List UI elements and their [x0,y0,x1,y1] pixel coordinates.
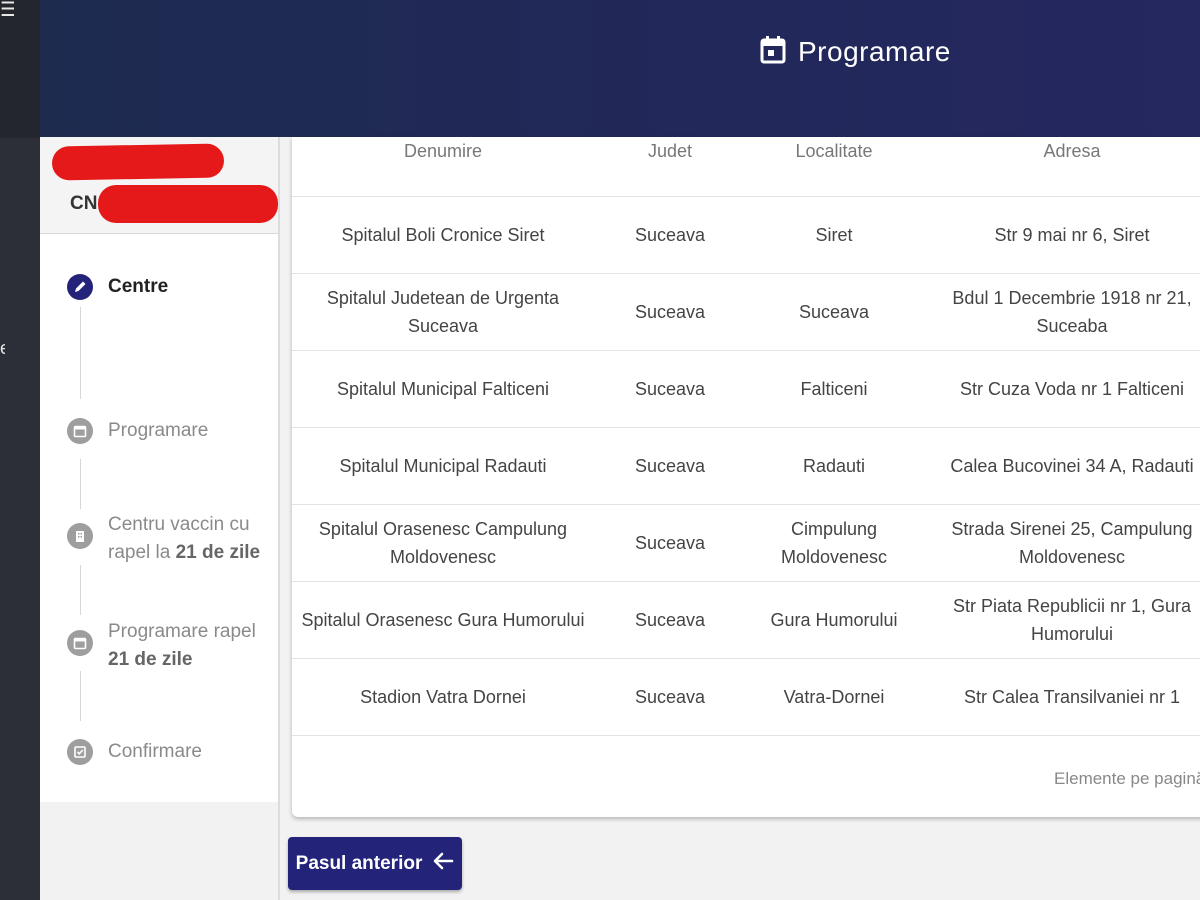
cell-adresa: Bdul 1 Decembrie 1918 nr 21, Suceaba [922,273,1200,351]
step-label-line1: Programare rapel [108,621,256,642]
cell-denumire: Spitalul Boli Cronice Siret [292,196,594,274]
page-title: Programare [760,30,951,74]
cell-judet: Suceava [594,350,746,428]
calendar-icon [67,630,93,656]
left-nav-rail: ☰ e [0,0,40,900]
cell-localitate: Radauti [746,427,922,505]
step-label-emphasis: 21 de zile [175,542,261,563]
calendar-icon [67,418,93,444]
calendar-icon [760,35,786,69]
cell-adresa: Str Calea Transilvaniei nr 1 [922,658,1200,736]
user-info: CN [40,137,278,234]
step-connector [80,307,81,399]
cell-adresa: Str 9 mai nr 6, Siret [922,196,1200,274]
cell-adresa: Calea Bucovinei 34 A, Radauti [922,427,1200,505]
cell-adresa: Str Piata Republicii nr 1, Gura Humorulu… [922,581,1200,659]
column-header-denumire[interactable]: Denumire [292,137,594,197]
stepper-panel: CN Centre Programare Centru vaccin cu ra… [40,137,278,802]
step-label: Programare [108,420,209,441]
step-connector [80,565,81,615]
centers-table: Denumire Judet Localitate Adresa Spitalu… [292,137,1200,736]
table-row[interactable]: Spitalul Orasenesc Campulung Moldovenesc… [292,504,1200,582]
panel-divider [278,137,280,900]
cell-judet: Suceava [594,658,746,736]
cell-adresa: Str Cuza Voda nr 1 Falticeni [922,350,1200,428]
step-label: Confirmare [108,741,202,762]
cell-denumire: Spitalul Judetean de Urgenta Suceava [292,273,594,351]
nav-label-fragment: e [0,338,5,359]
cell-localitate: Cimpulung Moldovenesc [746,504,922,582]
table-row[interactable]: Spitalul Judetean de Urgenta Suceava Suc… [292,273,1200,351]
table-row[interactable]: Spitalul Municipal Falticeni Suceava Fal… [292,350,1200,428]
cell-localitate: Suceava [746,273,922,351]
left-nav-top [0,0,40,138]
step-label: Programare rapel 21 de zile [108,618,256,674]
cell-judet: Suceava [594,273,746,351]
page-header: Programare [40,0,1200,137]
table-row[interactable]: Spitalul Boli Cronice Siret Suceava Sire… [292,196,1200,274]
cnp-label: CN [70,193,98,214]
pencil-icon [67,274,93,300]
step-label: Centru vaccin cu rapel la 21 de zile [108,511,260,567]
table-row[interactable]: Spitalul Orasenesc Gura Humorului Suceav… [292,581,1200,659]
cell-localitate: Vatra-Dornei [746,658,922,736]
cell-judet: Suceava [594,504,746,582]
arrow-left-icon [432,852,454,876]
table-header-row: Denumire Judet Localitate Adresa [292,137,1200,197]
stepper-bottom [40,802,278,900]
column-header-adresa[interactable]: Adresa [922,137,1200,197]
centers-table-card: Denumire Judet Localitate Adresa Spitalu… [292,137,1200,817]
cell-localitate: Falticeni [746,350,922,428]
table-row[interactable]: Stadion Vatra Dornei Suceava Vatra-Dorne… [292,658,1200,736]
cell-judet: Suceava [594,581,746,659]
cell-denumire: Spitalul Municipal Radauti [292,427,594,505]
cell-denumire: Spitalul Orasenesc Campulung Moldovenesc [292,504,594,582]
cell-judet: Suceava [594,196,746,274]
table-row[interactable]: Spitalul Municipal Radauti Suceava Radau… [292,427,1200,505]
cell-denumire: Stadion Vatra Dornei [292,658,594,736]
step-connector [80,671,81,721]
cell-denumire: Spitalul Orasenesc Gura Humorului [292,581,594,659]
step-label: Centre [108,276,169,297]
menu-icon[interactable]: ☰ [0,0,14,20]
cell-judet: Suceava [594,427,746,505]
step-label-emphasis: 21 de zile [108,649,193,670]
previous-step-label: Pasul anterior [295,852,423,874]
page-title-text: Programare [798,36,951,67]
column-header-localitate[interactable]: Localitate [746,137,922,197]
cell-adresa: Strada Sirenei 25, Campulung Moldovenesc [922,504,1200,582]
checkbox-icon [67,739,93,765]
cell-denumire: Spitalul Municipal Falticeni [292,350,594,428]
cell-localitate: Siret [746,196,922,274]
previous-step-button[interactable]: Pasul anterior [288,837,462,890]
items-per-page-label: Elemente pe pagină [1054,769,1200,788]
building-icon [67,523,93,549]
cell-localitate: Gura Humorului [746,581,922,659]
step-label-line2: rapel la [108,542,176,563]
step-label-line1: Centru vaccin cu [108,514,250,535]
step-connector [80,459,81,509]
column-header-judet[interactable]: Judet [594,137,746,197]
redacted-cnp [98,185,278,223]
redacted-name [51,143,225,181]
